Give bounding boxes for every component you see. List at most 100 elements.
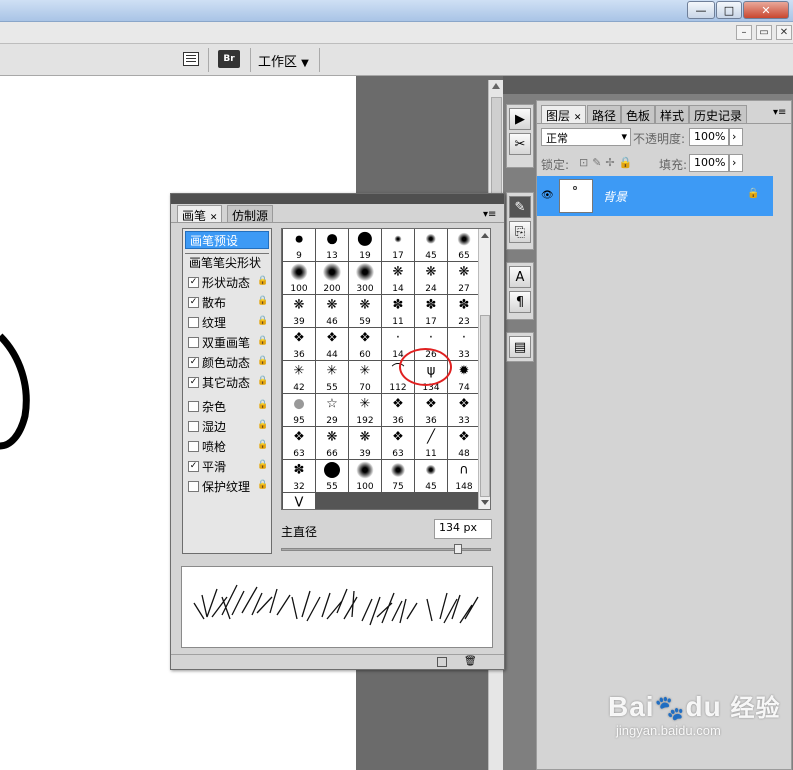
lock-icon[interactable]: 🔒 — [257, 460, 268, 470]
lock-icon[interactable]: 🔒 — [257, 480, 268, 490]
option-checkbox[interactable] — [188, 336, 199, 348]
brush-preset-cell[interactable]: ✳ 42 — [283, 361, 315, 393]
brush-preset-cell[interactable]: ❋ 66 — [316, 427, 348, 459]
play-action-icon[interactable]: ▶ — [509, 108, 531, 130]
brush-preset-cell[interactable]: 65 — [448, 229, 480, 261]
brush-preset-cell[interactable]: ✳ 192 — [349, 394, 381, 426]
brush-option-11[interactable]: ✓ 平滑 🔒 — [185, 457, 269, 475]
lock-options-icons[interactable]: ⊡✎✢🔒 — [579, 156, 636, 169]
clone-source-icon[interactable]: ⎘ — [509, 221, 531, 243]
lock-icon[interactable]: 🔒 — [257, 316, 268, 326]
brush-preset-cell[interactable]: ✽ 17 — [415, 295, 447, 327]
brush-preset-cell[interactable]: 9 — [283, 229, 315, 261]
brush-option-2[interactable]: ✓ 形状动态 🔒 — [185, 273, 269, 291]
brush-option-6[interactable]: ✓ 颜色动态 🔒 — [185, 353, 269, 371]
brush-preset-cell[interactable]: ❋ 46 — [316, 295, 348, 327]
brush-preset-cell[interactable]: 75 — [382, 460, 414, 492]
brush-preset-cell[interactable]: ❋ 39 — [349, 427, 381, 459]
brush-preset-cell[interactable]: ☆ 29 — [316, 394, 348, 426]
brush-preset-cell[interactable]: 17 — [382, 229, 414, 261]
brush-preset-cell[interactable]: 13 — [316, 229, 348, 261]
trash-icon[interactable]: 🗑 — [464, 656, 477, 667]
brush-option-1[interactable]: 画笔笔尖形状 — [185, 253, 269, 271]
workspace-menu[interactable]: 工作区 ▼ — [258, 51, 309, 70]
close-icon[interactable]: ✕ — [574, 113, 582, 123]
lock-icon[interactable]: 🔒 — [257, 276, 268, 286]
brush-preset-cell[interactable]: ❋ 27 — [448, 262, 480, 294]
brush-panel-icon[interactable]: ✎ — [509, 196, 531, 218]
lock-icon[interactable]: 🔒 — [257, 296, 268, 306]
brush-preset-cell[interactable]: 200 — [316, 262, 348, 294]
opacity-slider-button[interactable]: › — [729, 128, 743, 146]
brush-option-9[interactable]: 湿边 🔒 — [185, 417, 269, 435]
brush-preset-cell[interactable]: ✽ 11 — [382, 295, 414, 327]
option-checkbox[interactable]: ✓ — [188, 376, 199, 388]
brush-preset-cell[interactable]: ✽ 23 — [448, 295, 480, 327]
tab-history[interactable]: 历史记录 — [689, 105, 748, 123]
character-icon[interactable]: A — [509, 266, 531, 288]
option-checkbox[interactable]: ✓ — [188, 296, 199, 308]
brush-option-12[interactable]: 保护纹理 🔒 — [185, 477, 269, 495]
option-checkbox[interactable] — [188, 316, 199, 328]
lock-icon[interactable]: 🔒 — [257, 400, 268, 410]
brush-preset-cell[interactable]: 100 — [283, 262, 315, 294]
brush-option-5[interactable]: 双重画笔 🔒 — [185, 333, 269, 351]
brush-preset-cell[interactable]: ✳ 55 — [316, 361, 348, 393]
option-checkbox[interactable] — [188, 440, 199, 452]
panel-header[interactable] — [171, 194, 504, 204]
brush-preset-cell[interactable]: ● 95 — [283, 394, 315, 426]
new-preset-icon[interactable] — [437, 657, 447, 667]
brush-preset-cell[interactable]: 100 — [349, 460, 381, 492]
option-checkbox[interactable]: ✓ — [188, 460, 199, 472]
brush-preset-cell[interactable]: 45 — [415, 229, 447, 261]
slider-thumb[interactable] — [453, 544, 462, 554]
brush-preset-cell[interactable]: 19 — [349, 229, 381, 261]
document-icon[interactable] — [183, 52, 199, 66]
brush-option-7[interactable]: ✓ 其它动态 🔒 — [185, 373, 269, 391]
layer-row-background[interactable]: 👁 背景 🔒 — [537, 176, 773, 216]
brush-preset-cell[interactable]: 45 — [415, 460, 447, 492]
brush-option-3[interactable]: ✓ 散布 🔒 — [185, 293, 269, 311]
panel-menu-icon[interactable]: ▾≡ — [773, 107, 786, 118]
brush-preset-cell[interactable]: ❋ 14 — [382, 262, 414, 294]
tab-layers[interactable]: 图层 ✕ — [541, 105, 587, 123]
brush-option-4[interactable]: 纹理 🔒 — [185, 313, 269, 331]
scroll-up-arrow-icon[interactable] — [481, 233, 489, 238]
option-checkbox[interactable] — [188, 480, 199, 492]
brush-preset-cell[interactable]: ✹ 74 — [448, 361, 480, 393]
lock-icon[interactable]: 🔒 — [257, 440, 268, 450]
tab-styles[interactable]: 样式 — [655, 105, 690, 123]
brush-preset-cell[interactable]: ❋ 39 — [283, 295, 315, 327]
brush-preset-cell[interactable]: ❖ 36 — [382, 394, 414, 426]
lock-icon[interactable]: 🔒 — [257, 356, 268, 366]
scroll-thumb[interactable] — [480, 315, 490, 497]
panel-menu-icon[interactable]: ▾≡ — [483, 209, 496, 220]
diameter-input[interactable]: 134 px — [434, 519, 492, 539]
tab-paths[interactable]: 路径 — [587, 105, 622, 123]
brush-preset-cell[interactable]: ∩ 148 — [448, 460, 480, 492]
option-checkbox[interactable] — [188, 420, 199, 432]
doc-close-button[interactable]: ✕ — [776, 25, 792, 40]
lock-icon[interactable]: 🔒 — [257, 336, 268, 346]
brush-preset-cell[interactable]: V149 — [283, 493, 315, 509]
brush-preset-cell[interactable]: ❖ 36 — [415, 394, 447, 426]
tools-icon[interactable]: ✂ — [509, 133, 531, 155]
brush-preset-cell[interactable]: ✳ 70 — [349, 361, 381, 393]
option-checkbox[interactable] — [188, 400, 199, 412]
brush-preset-cell[interactable]: · 33 — [448, 328, 480, 360]
diameter-slider[interactable] — [281, 544, 491, 554]
paragraph-icon[interactable]: ¶ — [509, 291, 531, 313]
lock-icon[interactable]: 🔒 — [257, 420, 268, 430]
tab-clone-source[interactable]: 仿制源 — [227, 205, 274, 223]
notes-icon[interactable]: ▤ — [509, 336, 531, 358]
tab-swatches[interactable]: 色板 — [621, 105, 656, 123]
brush-option-0[interactable]: 画笔预设 — [185, 231, 269, 249]
brush-preset-cell[interactable]: ❖ 33 — [448, 394, 480, 426]
blend-mode-select[interactable]: 正常 ▾ — [541, 128, 631, 146]
opacity-input[interactable]: 100% — [689, 128, 729, 146]
brush-preset-cell[interactable]: ╱ 11 — [415, 427, 447, 459]
fill-input[interactable]: 100% — [689, 154, 729, 172]
preset-scrollbar[interactable] — [478, 229, 490, 509]
lock-icon[interactable]: 🔒 — [257, 376, 268, 386]
option-checkbox[interactable]: ✓ — [188, 276, 199, 288]
